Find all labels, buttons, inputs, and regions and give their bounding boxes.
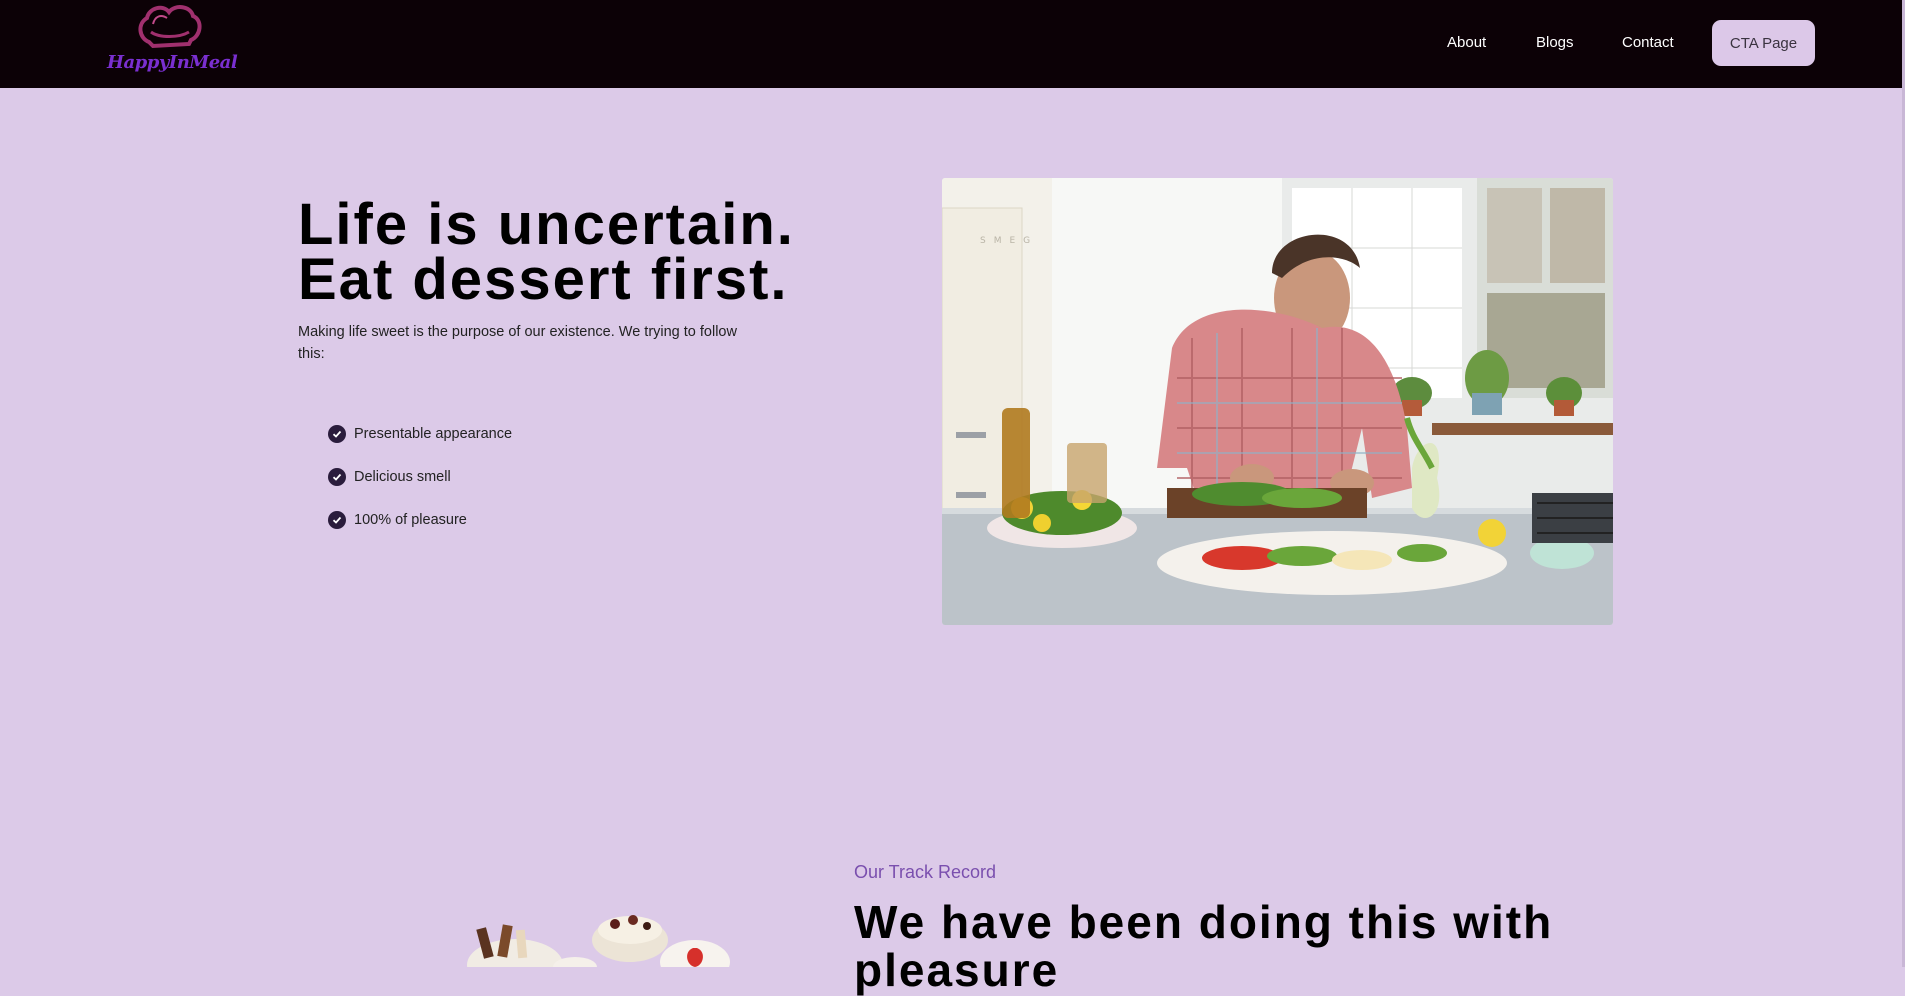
svg-text:SMEG: SMEG <box>980 236 1038 246</box>
desserts-photo <box>455 910 755 967</box>
nav-link-contact[interactable]: Contact <box>1622 34 1674 51</box>
track-record-title: We have been doing this with pleasure <box>854 896 1554 996</box>
chef-hat-icon <box>138 5 202 49</box>
hero-title-line-2: Eat dessert first. <box>298 247 789 312</box>
cta-page-button[interactable]: CTA Page <box>1712 20 1815 66</box>
track-record-label: Our Track Record <box>854 862 997 882</box>
hero-title-line-1: Life is uncertain. <box>298 192 795 257</box>
brand-logo[interactable]: HappyInMeal <box>100 0 238 88</box>
check-circle-icon <box>328 467 346 486</box>
feature-label: Delicious smell <box>354 468 451 485</box>
hero-chef-photo: SMEG <box>942 178 1613 625</box>
nav-link-blogs[interactable]: Blogs <box>1536 34 1574 51</box>
nav-link-about[interactable]: About <box>1447 34 1486 51</box>
feature-item: Delicious smell <box>328 455 512 498</box>
hero-title: Life is uncertain. Eat dessert first. <box>298 192 898 312</box>
check-circle-icon <box>328 424 346 443</box>
check-circle-icon <box>328 510 346 529</box>
brand-name: HappyInMeal <box>107 52 238 73</box>
feature-item: Presentable appearance <box>328 412 512 455</box>
top-navbar: HappyInMeal About Blogs Contact CTA Page <box>0 0 1905 88</box>
feature-label: 100% of pleasure <box>354 511 467 528</box>
feature-label: Presentable appearance <box>354 425 513 442</box>
feature-list: Presentable appearance Delicious smell 1… <box>328 412 512 541</box>
feature-item: 100% of pleasure <box>328 498 512 541</box>
hero-subtitle: Making life sweet is the purpose of our … <box>298 324 737 362</box>
